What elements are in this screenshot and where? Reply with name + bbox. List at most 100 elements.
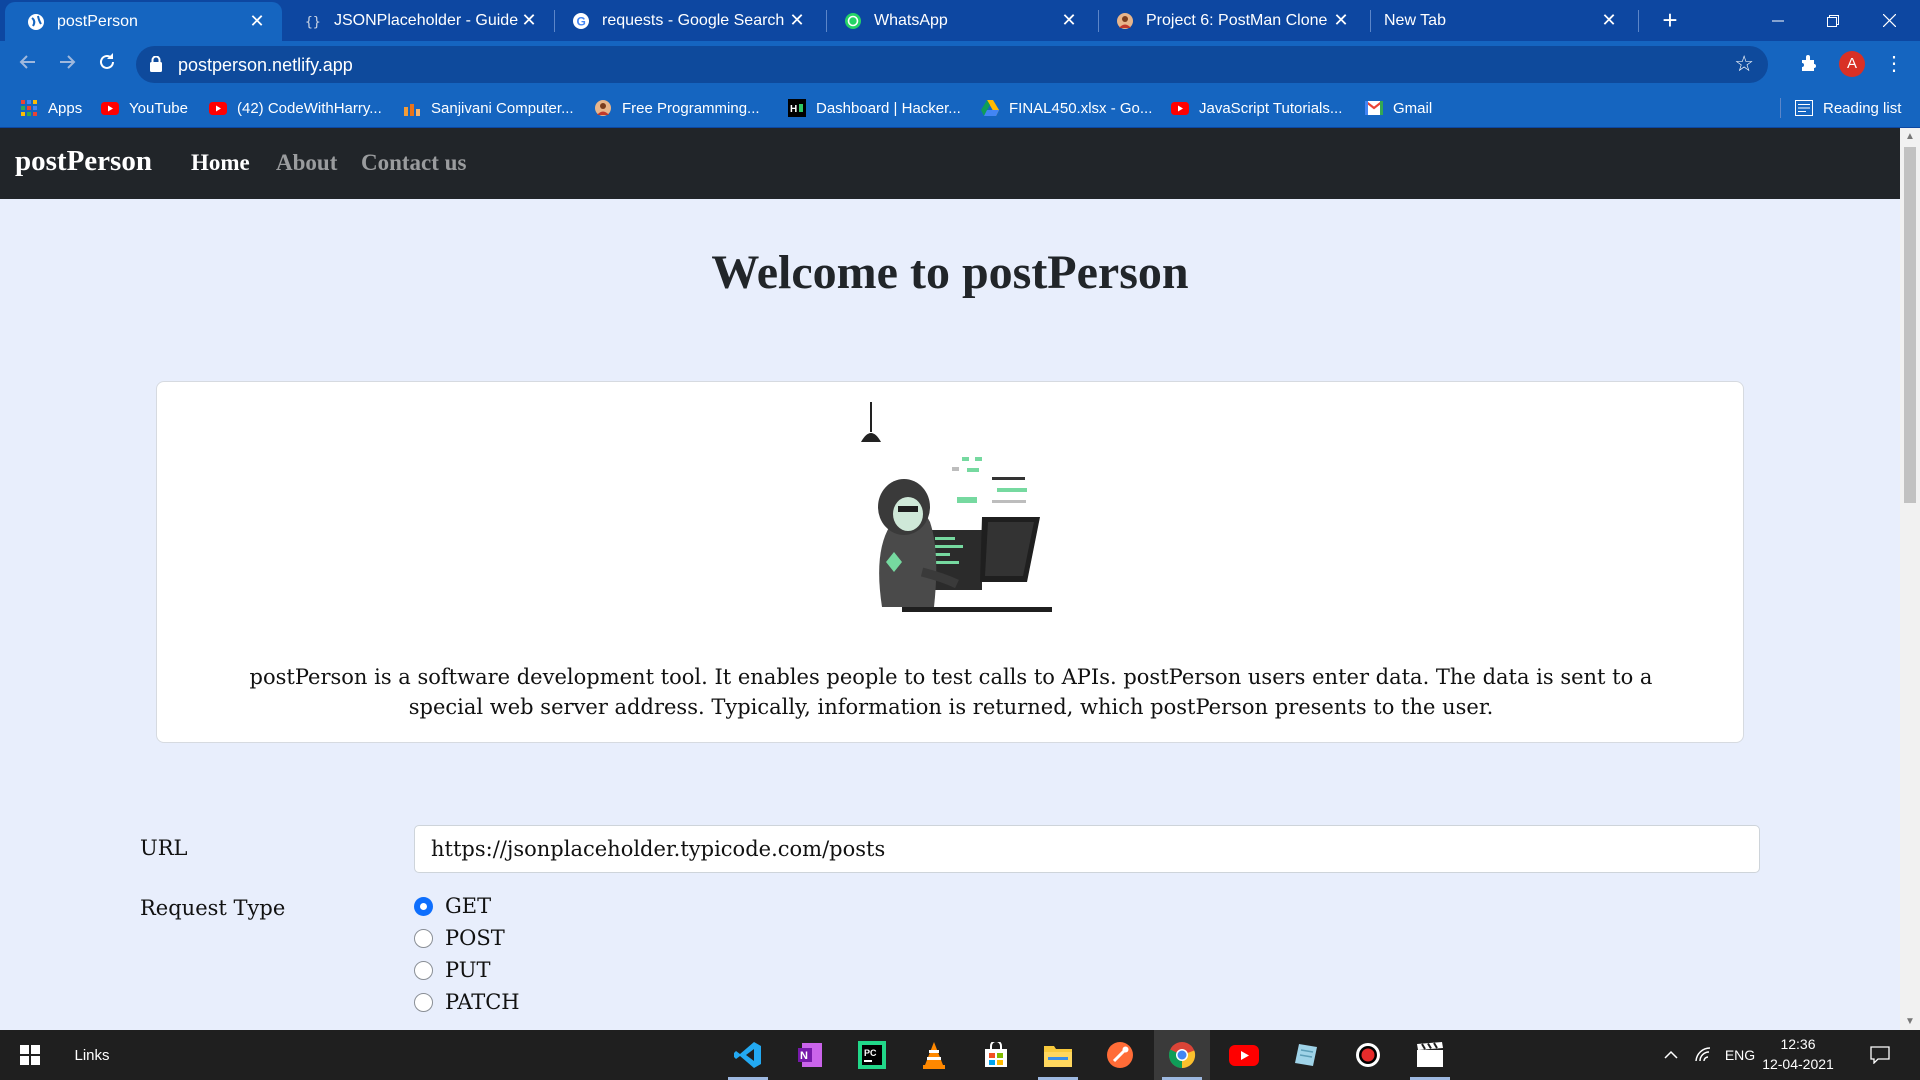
pycharm-icon[interactable]: PC <box>844 1030 900 1080</box>
close-tab-icon[interactable]: ✕ <box>518 10 540 31</box>
postman-icon[interactable] <box>1092 1030 1148 1080</box>
tab-postperson[interactable]: postPerson ✕ <box>5 2 282 41</box>
close-tab-icon[interactable]: ✕ <box>1330 10 1352 31</box>
bookmark-label: Gmail <box>1393 99 1433 117</box>
url-label: URL <box>140 836 188 860</box>
radio-post[interactable]: POST <box>414 926 505 950</box>
avatar-icon <box>594 99 612 117</box>
radio-button-checked[interactable] <box>414 896 433 916</box>
new-tab-button[interactable]: + <box>1655 5 1685 35</box>
radio-patch[interactable]: PATCH <box>414 990 520 1014</box>
page-scrollbar[interactable]: ▲ ▼ <box>1900 128 1920 1030</box>
windows-start-icon[interactable] <box>0 1030 60 1080</box>
links-toolbar[interactable]: Links <box>62 1030 122 1080</box>
browser-menu-icon[interactable]: ⋮ <box>1884 51 1904 77</box>
tab-postman-clone[interactable]: Project 6: PostMan Clone - C ✕ <box>1094 0 1366 41</box>
jsonplaceholder-icon: {} <box>304 12 322 30</box>
reading-list-button[interactable]: Reading list <box>1795 88 1901 128</box>
radio-get[interactable]: GET <box>414 894 491 918</box>
profile-avatar[interactable]: A <box>1839 51 1865 77</box>
scrollbar-thumb[interactable] <box>1904 147 1916 503</box>
screen-recorder-icon[interactable] <box>1340 1030 1396 1080</box>
clock-date: 12-04-2021 <box>1762 1056 1834 1072</box>
reload-icon[interactable] <box>91 49 123 81</box>
show-hidden-icons-chevron-icon[interactable] <box>1656 1030 1686 1080</box>
reading-list-icon <box>1795 99 1813 117</box>
store-icon[interactable] <box>968 1030 1024 1080</box>
bookmark-free-programming[interactable]: Free Programming... <box>594 88 760 128</box>
vlc-icon[interactable] <box>906 1030 962 1080</box>
bookmarks-bar: Apps YouTube (42) CodeWithHarry... Sanji… <box>0 88 1920 128</box>
minimize-icon[interactable] <box>1750 0 1805 41</box>
wifi-icon[interactable] <box>1688 1030 1718 1080</box>
close-tab-icon[interactable]: ✕ <box>1598 10 1620 31</box>
youtube-icon <box>1171 99 1189 117</box>
bookmark-label: FINAL450.xlsx - Go... <box>1009 99 1153 117</box>
nav-about[interactable]: About <box>276 150 337 176</box>
svg-text:N: N <box>800 1050 808 1062</box>
radio-button[interactable] <box>414 928 433 948</box>
bookmark-label: Apps <box>48 99 83 117</box>
system-clock[interactable]: 12:36 12-04-2021 <box>1760 1034 1836 1074</box>
bookmark-gmail[interactable]: Gmail <box>1365 88 1432 128</box>
address-bar[interactable]: postperson.netlify.app ☆ <box>136 46 1768 83</box>
restore-icon[interactable] <box>1805 0 1860 41</box>
tab-new-tab[interactable]: New Tab ✕ <box>1362 0 1634 41</box>
chrome-icon[interactable] <box>1154 1030 1210 1080</box>
close-window-icon[interactable] <box>1862 0 1917 41</box>
svg-text:H: H <box>790 104 797 115</box>
close-tab-icon[interactable]: ✕ <box>1058 10 1080 31</box>
tab-google-search[interactable]: G requests - Google Search ✕ <box>550 0 822 41</box>
svg-text:PC: PC <box>864 1048 877 1058</box>
radio-put[interactable]: PUT <box>414 958 490 982</box>
bookmark-apps[interactable]: Apps <box>20 88 82 128</box>
forward-arrow-icon[interactable] <box>51 49 83 81</box>
video-editor-icon[interactable] <box>1402 1030 1458 1080</box>
bookmarks-divider <box>1780 98 1781 118</box>
radio-button[interactable] <box>414 992 433 1012</box>
bookmark-final450[interactable]: FINAL450.xlsx - Go... <box>981 88 1152 128</box>
request-type-label: Request Type <box>140 896 286 920</box>
close-tab-icon[interactable]: ✕ <box>246 11 268 32</box>
tab-title: Project 6: PostMan Clone - C <box>1146 11 1330 29</box>
bookmark-hackerrank[interactable]: H Dashboard | Hacker... <box>788 88 961 128</box>
notepad-icon[interactable] <box>1278 1030 1334 1080</box>
tab-divider <box>1638 10 1639 32</box>
radio-label: PATCH <box>445 990 520 1014</box>
bookmark-label: (42) CodeWithHarry... <box>237 99 382 117</box>
page-viewport: postPerson Home About Contact us Welcome… <box>0 128 1900 1030</box>
scroll-up-arrow-icon[interactable]: ▲ <box>1900 131 1920 142</box>
site-brand[interactable]: postPerson <box>15 145 152 178</box>
bookmark-youtube[interactable]: YouTube <box>101 88 188 128</box>
extensions-puzzle-icon[interactable] <box>1799 52 1821 79</box>
intro-card: postPerson is a software development too… <box>156 381 1744 743</box>
address-text: postperson.netlify.app <box>178 55 353 75</box>
avatar-icon <box>1116 12 1134 30</box>
nav-home[interactable]: Home <box>191 150 250 176</box>
tab-title: WhatsApp <box>874 11 948 29</box>
bookmark-sanjivani[interactable]: Sanjivani Computer... <box>403 88 574 128</box>
onenote-icon[interactable]: N <box>782 1030 838 1080</box>
bookmark-star-icon[interactable]: ☆ <box>1734 51 1754 77</box>
radio-label: POST <box>445 926 505 950</box>
scroll-down-arrow-icon[interactable]: ▼ <box>1900 1016 1920 1027</box>
url-input[interactable]: https://jsonplaceholder.typicode.com/pos… <box>414 825 1760 873</box>
tab-strip: postPerson ✕ {} JSONPlaceholder - Guide … <box>0 0 1920 41</box>
close-tab-icon[interactable]: ✕ <box>786 10 808 31</box>
tab-jsonplaceholder[interactable]: {} JSONPlaceholder - Guide ✕ <box>282 0 554 41</box>
radio-button[interactable] <box>414 960 433 980</box>
file-explorer-icon[interactable] <box>1030 1030 1086 1080</box>
tab-whatsapp[interactable]: WhatsApp ✕ <box>822 0 1094 41</box>
nav-contact-us[interactable]: Contact us <box>361 150 466 176</box>
notifications-icon[interactable] <box>1860 1030 1900 1080</box>
language-indicator[interactable]: ENG <box>1720 1030 1760 1080</box>
bookmark-codewithharry[interactable]: (42) CodeWithHarry... <box>209 88 382 128</box>
youtube-icon[interactable] <box>1216 1030 1272 1080</box>
gmail-icon <box>1365 99 1383 117</box>
radio-label: PUT <box>445 958 491 982</box>
page-title: Welcome to postPerson <box>711 246 1189 299</box>
bookmark-javascript-tutorials[interactable]: JavaScript Tutorials... <box>1171 88 1342 128</box>
svg-text:G: G <box>577 14 586 28</box>
back-arrow-icon[interactable] <box>12 49 44 81</box>
vscode-icon[interactable] <box>720 1030 776 1080</box>
